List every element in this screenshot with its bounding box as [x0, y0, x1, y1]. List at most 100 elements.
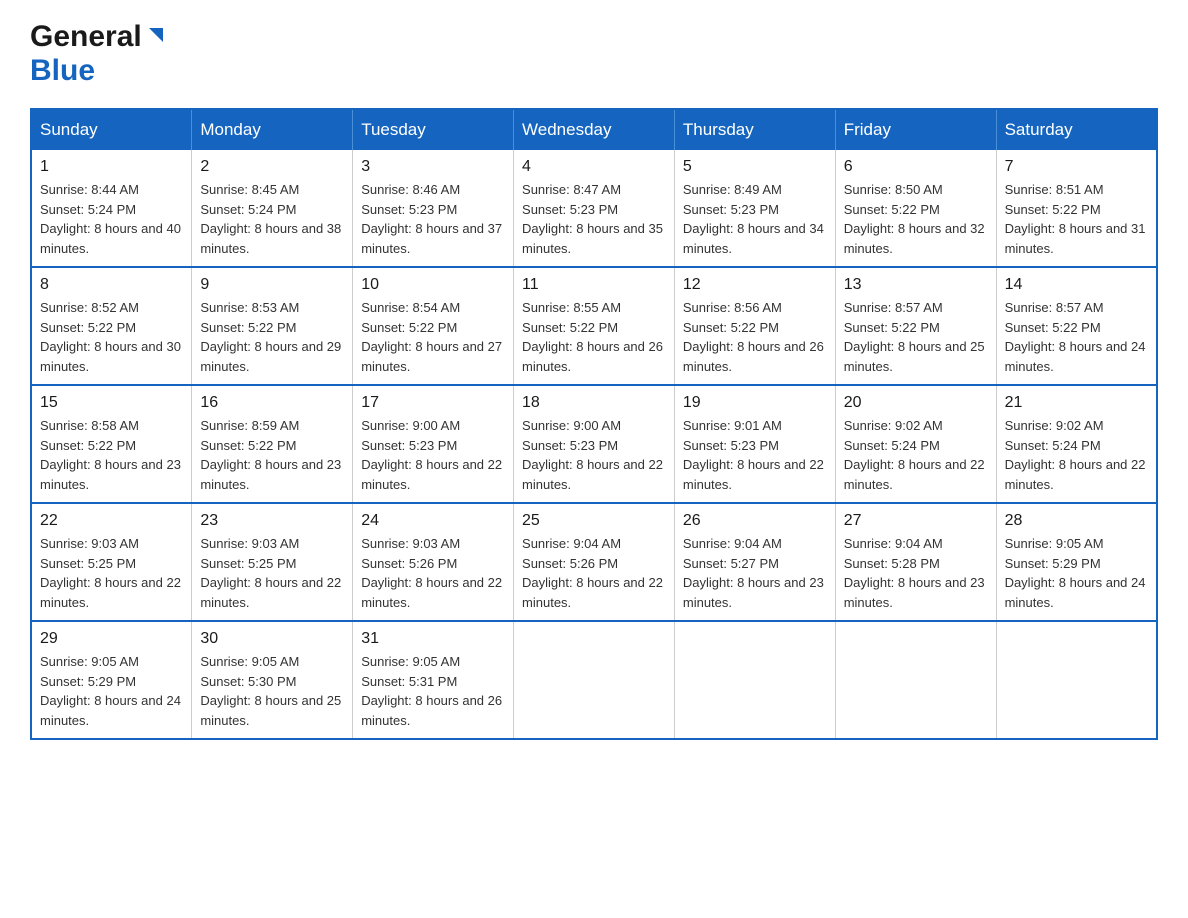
calendar-table: SundayMondayTuesdayWednesdayThursdayFrid…: [30, 108, 1158, 740]
calendar-cell: 25 Sunrise: 9:04 AM Sunset: 5:26 PM Dayl…: [514, 503, 675, 621]
calendar-cell: [514, 621, 675, 739]
day-info: Sunrise: 8:57 AM Sunset: 5:22 PM Dayligh…: [1005, 298, 1148, 376]
calendar-cell: [674, 621, 835, 739]
day-number: 12: [683, 276, 827, 294]
calendar-cell: 7 Sunrise: 8:51 AM Sunset: 5:22 PM Dayli…: [996, 150, 1157, 267]
day-info: Sunrise: 9:02 AM Sunset: 5:24 PM Dayligh…: [844, 416, 988, 494]
day-number: 29: [40, 630, 183, 648]
day-info: Sunrise: 9:05 AM Sunset: 5:30 PM Dayligh…: [200, 652, 344, 730]
day-info: Sunrise: 9:03 AM Sunset: 5:25 PM Dayligh…: [40, 534, 183, 612]
col-header-monday: Monday: [192, 109, 353, 150]
day-info: Sunrise: 9:00 AM Sunset: 5:23 PM Dayligh…: [522, 416, 666, 494]
calendar-cell: 14 Sunrise: 8:57 AM Sunset: 5:22 PM Dayl…: [996, 267, 1157, 385]
day-info: Sunrise: 8:46 AM Sunset: 5:23 PM Dayligh…: [361, 180, 505, 258]
logo-blue-text: Blue: [30, 54, 95, 87]
day-info: Sunrise: 9:02 AM Sunset: 5:24 PM Dayligh…: [1005, 416, 1148, 494]
calendar-header-row: SundayMondayTuesdayWednesdayThursdayFrid…: [31, 109, 1157, 150]
col-header-thursday: Thursday: [674, 109, 835, 150]
day-number: 13: [844, 276, 988, 294]
col-header-sunday: Sunday: [31, 109, 192, 150]
day-info: Sunrise: 9:03 AM Sunset: 5:25 PM Dayligh…: [200, 534, 344, 612]
week-row-3: 15 Sunrise: 8:58 AM Sunset: 5:22 PM Dayl…: [31, 385, 1157, 503]
day-info: Sunrise: 8:58 AM Sunset: 5:22 PM Dayligh…: [40, 416, 183, 494]
calendar-cell: 29 Sunrise: 9:05 AM Sunset: 5:29 PM Dayl…: [31, 621, 192, 739]
day-number: 4: [522, 158, 666, 176]
week-row-4: 22 Sunrise: 9:03 AM Sunset: 5:25 PM Dayl…: [31, 503, 1157, 621]
calendar-cell: 27 Sunrise: 9:04 AM Sunset: 5:28 PM Dayl…: [835, 503, 996, 621]
calendar-cell: 30 Sunrise: 9:05 AM Sunset: 5:30 PM Dayl…: [192, 621, 353, 739]
calendar-cell: 9 Sunrise: 8:53 AM Sunset: 5:22 PM Dayli…: [192, 267, 353, 385]
col-header-wednesday: Wednesday: [514, 109, 675, 150]
day-info: Sunrise: 8:57 AM Sunset: 5:22 PM Dayligh…: [844, 298, 988, 376]
calendar-cell: 18 Sunrise: 9:00 AM Sunset: 5:23 PM Dayl…: [514, 385, 675, 503]
day-number: 28: [1005, 512, 1148, 530]
day-number: 2: [200, 158, 344, 176]
calendar-cell: 21 Sunrise: 9:02 AM Sunset: 5:24 PM Dayl…: [996, 385, 1157, 503]
page-header: General Blue: [30, 20, 1158, 88]
day-info: Sunrise: 9:05 AM Sunset: 5:29 PM Dayligh…: [40, 652, 183, 730]
calendar-cell: 23 Sunrise: 9:03 AM Sunset: 5:25 PM Dayl…: [192, 503, 353, 621]
col-header-tuesday: Tuesday: [353, 109, 514, 150]
calendar-cell: 5 Sunrise: 8:49 AM Sunset: 5:23 PM Dayli…: [674, 150, 835, 267]
calendar-cell: [835, 621, 996, 739]
calendar-cell: 8 Sunrise: 8:52 AM Sunset: 5:22 PM Dayli…: [31, 267, 192, 385]
calendar-cell: 3 Sunrise: 8:46 AM Sunset: 5:23 PM Dayli…: [353, 150, 514, 267]
calendar-cell: 26 Sunrise: 9:04 AM Sunset: 5:27 PM Dayl…: [674, 503, 835, 621]
calendar-cell: 6 Sunrise: 8:50 AM Sunset: 5:22 PM Dayli…: [835, 150, 996, 267]
calendar-cell: 17 Sunrise: 9:00 AM Sunset: 5:23 PM Dayl…: [353, 385, 514, 503]
day-number: 24: [361, 512, 505, 530]
day-info: Sunrise: 8:50 AM Sunset: 5:22 PM Dayligh…: [844, 180, 988, 258]
day-number: 27: [844, 512, 988, 530]
calendar-cell: 31 Sunrise: 9:05 AM Sunset: 5:31 PM Dayl…: [353, 621, 514, 739]
day-info: Sunrise: 8:59 AM Sunset: 5:22 PM Dayligh…: [200, 416, 344, 494]
day-info: Sunrise: 9:01 AM Sunset: 5:23 PM Dayligh…: [683, 416, 827, 494]
day-number: 7: [1005, 158, 1148, 176]
logo-general-text: General: [30, 20, 142, 54]
day-number: 22: [40, 512, 183, 530]
day-number: 26: [683, 512, 827, 530]
calendar-cell: 10 Sunrise: 8:54 AM Sunset: 5:22 PM Dayl…: [353, 267, 514, 385]
col-header-friday: Friday: [835, 109, 996, 150]
calendar-cell: [996, 621, 1157, 739]
day-info: Sunrise: 8:49 AM Sunset: 5:23 PM Dayligh…: [683, 180, 827, 258]
day-number: 18: [522, 394, 666, 412]
day-number: 31: [361, 630, 505, 648]
week-row-2: 8 Sunrise: 8:52 AM Sunset: 5:22 PM Dayli…: [31, 267, 1157, 385]
day-number: 3: [361, 158, 505, 176]
calendar-cell: 28 Sunrise: 9:05 AM Sunset: 5:29 PM Dayl…: [996, 503, 1157, 621]
calendar-cell: 13 Sunrise: 8:57 AM Sunset: 5:22 PM Dayl…: [835, 267, 996, 385]
day-number: 1: [40, 158, 183, 176]
calendar-cell: 22 Sunrise: 9:03 AM Sunset: 5:25 PM Dayl…: [31, 503, 192, 621]
day-number: 30: [200, 630, 344, 648]
day-info: Sunrise: 8:54 AM Sunset: 5:22 PM Dayligh…: [361, 298, 505, 376]
calendar-cell: 11 Sunrise: 8:55 AM Sunset: 5:22 PM Dayl…: [514, 267, 675, 385]
day-number: 17: [361, 394, 505, 412]
day-number: 25: [522, 512, 666, 530]
day-number: 8: [40, 276, 183, 294]
day-info: Sunrise: 9:03 AM Sunset: 5:26 PM Dayligh…: [361, 534, 505, 612]
calendar-cell: 20 Sunrise: 9:02 AM Sunset: 5:24 PM Dayl…: [835, 385, 996, 503]
day-number: 9: [200, 276, 344, 294]
day-number: 16: [200, 394, 344, 412]
day-info: Sunrise: 8:51 AM Sunset: 5:22 PM Dayligh…: [1005, 180, 1148, 258]
day-info: Sunrise: 8:47 AM Sunset: 5:23 PM Dayligh…: [522, 180, 666, 258]
day-info: Sunrise: 8:53 AM Sunset: 5:22 PM Dayligh…: [200, 298, 344, 376]
col-header-saturday: Saturday: [996, 109, 1157, 150]
day-number: 5: [683, 158, 827, 176]
day-info: Sunrise: 9:04 AM Sunset: 5:26 PM Dayligh…: [522, 534, 666, 612]
day-number: 6: [844, 158, 988, 176]
day-number: 14: [1005, 276, 1148, 294]
calendar-cell: 1 Sunrise: 8:44 AM Sunset: 5:24 PM Dayli…: [31, 150, 192, 267]
week-row-1: 1 Sunrise: 8:44 AM Sunset: 5:24 PM Dayli…: [31, 150, 1157, 267]
logo: General Blue: [30, 20, 167, 88]
day-info: Sunrise: 9:00 AM Sunset: 5:23 PM Dayligh…: [361, 416, 505, 494]
day-info: Sunrise: 9:05 AM Sunset: 5:31 PM Dayligh…: [361, 652, 505, 730]
day-number: 11: [522, 276, 666, 294]
logo-arrow-icon: [145, 24, 167, 51]
day-info: Sunrise: 8:45 AM Sunset: 5:24 PM Dayligh…: [200, 180, 344, 258]
day-number: 19: [683, 394, 827, 412]
day-info: Sunrise: 9:04 AM Sunset: 5:28 PM Dayligh…: [844, 534, 988, 612]
day-number: 20: [844, 394, 988, 412]
calendar-cell: 12 Sunrise: 8:56 AM Sunset: 5:22 PM Dayl…: [674, 267, 835, 385]
day-number: 15: [40, 394, 183, 412]
